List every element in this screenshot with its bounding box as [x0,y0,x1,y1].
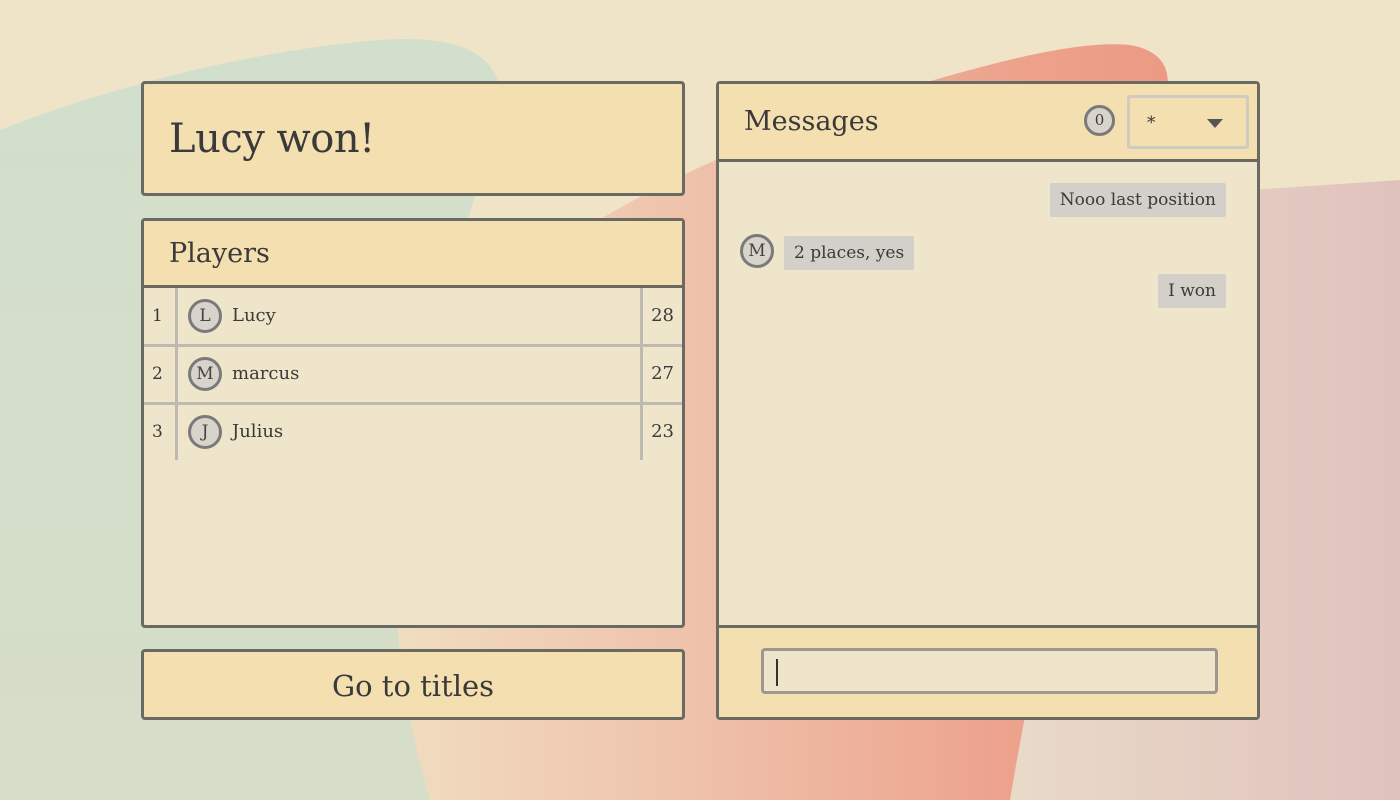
message-bubble: I won [1158,274,1226,308]
result-panel: Lucy won! [141,81,685,196]
column-divider [640,346,643,402]
go-to-titles-label: Go to titles [331,669,495,703]
chevron-down-icon [1207,119,1223,128]
player-rank: 2 [152,364,163,384]
player-row: 1 L Lucy 28 [144,288,682,347]
player-row: 2 M marcus 27 [144,346,682,405]
player-score: 28 [651,305,674,326]
winner-title: Lucy won! [169,116,375,162]
player-name: Julius [232,421,284,442]
column-divider [640,404,643,460]
messages-panel: Messages 0 * Nooo last position M 2 plac… [716,81,1260,720]
player-score: 27 [651,363,674,384]
player-rank: 1 [152,306,163,326]
players-title: Players [169,238,270,269]
player-avatar: J [188,415,222,449]
message-bubble: 2 places, yes [784,236,915,270]
messages-title: Messages [744,106,879,137]
go-to-titles-button[interactable]: Go to titles [141,649,685,720]
column-divider [175,288,178,344]
column-divider [640,288,643,344]
players-panel: Players 1 L Lucy 28 2 M marcus 27 3 J Ju… [141,218,685,628]
channel-value: * [1147,113,1156,133]
player-score: 23 [651,421,674,442]
message-input[interactable] [764,651,1215,691]
player-avatar: M [188,357,222,391]
players-header: Players [144,221,682,288]
message-bubble: Nooo last position [1049,183,1226,217]
message-composer [719,625,1257,717]
message-avatar: M [740,234,774,268]
player-name: marcus [232,363,300,384]
unread-count-badge: 0 [1084,105,1115,136]
message-input-wrapper [761,648,1218,694]
channel-select[interactable]: * [1127,95,1249,149]
column-divider [175,404,178,460]
player-avatar: L [188,299,222,333]
player-rank: 3 [152,422,163,442]
messages-header: Messages 0 * [719,84,1257,162]
text-caret [776,659,778,686]
player-name: Lucy [232,305,276,326]
player-row: 3 J Julius 23 [144,404,682,460]
column-divider [175,346,178,402]
